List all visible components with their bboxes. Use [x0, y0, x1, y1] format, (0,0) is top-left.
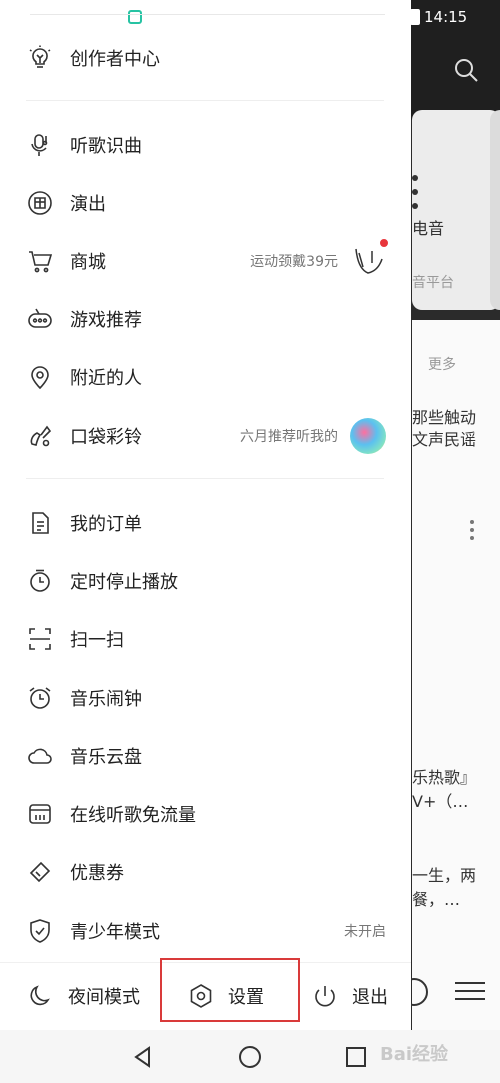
ticket-icon: [26, 189, 54, 217]
menu-item-youth-mode[interactable]: 青少年模式 未开启: [26, 909, 386, 953]
background-text: 一生，两: [412, 866, 477, 885]
settings-highlight-box: [160, 958, 300, 1022]
menu-item-mall[interactable]: 商城 运动颈戴39元: [26, 237, 390, 283]
menu-label: 音乐闹钟: [70, 689, 142, 710]
menu-item-shows[interactable]: 演出: [26, 181, 386, 225]
notification-badge: [378, 237, 390, 249]
background-text: 餐，…: [412, 890, 461, 909]
menu-label: 口袋彩铃: [70, 427, 142, 448]
menu-item-scan[interactable]: 扫一扫: [26, 617, 386, 661]
ringtone-promo-text: 六月推荐听我的: [240, 429, 338, 445]
background-text: 乐热歌』: [412, 768, 477, 787]
divider: [26, 478, 384, 479]
menu-item-sleep-timer[interactable]: 定时停止播放: [26, 559, 386, 603]
menu-label: 我的订单: [70, 514, 142, 535]
logout-button[interactable]: 退出: [312, 963, 388, 1029]
location-icon: [26, 363, 54, 391]
earphone-thumbnail: [350, 237, 390, 279]
mic-music-icon: [26, 131, 54, 159]
background-dots-icon: [412, 175, 418, 217]
menu-item-free-data[interactable]: 在线听歌免流量: [26, 792, 386, 836]
menu-label: 附近的人: [70, 368, 142, 389]
background-text: 那些触动: [412, 408, 477, 427]
menu-label: 定时停止播放: [70, 572, 178, 593]
menu-label: 扫一扫: [70, 630, 124, 651]
menu-item-nearby-people[interactable]: 附近的人: [26, 355, 386, 399]
sim-icon: [26, 800, 54, 828]
background-more-link: 更多: [428, 357, 456, 373]
coupon-icon: [26, 858, 54, 886]
menu-label: 优惠券: [70, 863, 124, 884]
side-drawer: 创作者中心 听歌识曲 演出 商城 运动颈戴39元 游戏推荐 附近的人 口袋彩铃 …: [0, 0, 411, 1030]
scan-icon: [26, 625, 54, 653]
more-dots-icon: [470, 520, 474, 544]
background-text: 音平台: [412, 275, 454, 291]
background-text: 文声民谣: [412, 430, 477, 449]
search-icon[interactable]: [452, 56, 480, 84]
menu-label: 在线听歌免流量: [70, 805, 196, 826]
logout-label: 退出: [352, 987, 388, 1008]
cart-icon: [26, 247, 54, 275]
mall-promo-text: 运动颈戴39元: [250, 254, 338, 270]
menu-item-music-cloud[interactable]: 音乐云盘: [26, 734, 386, 778]
background-card-2: [490, 110, 500, 310]
menu-label: 演出: [70, 194, 106, 215]
gamepad-icon: [26, 305, 54, 333]
cloud-icon: [26, 742, 54, 770]
menu-item-game-recommend[interactable]: 游戏推荐: [26, 297, 386, 341]
night-mode-label: 夜间模式: [68, 987, 140, 1008]
background-text: 电音: [412, 219, 445, 238]
timer-icon: [26, 567, 54, 595]
menu-item-coupons[interactable]: 优惠券: [26, 850, 386, 894]
shield-icon: [26, 917, 54, 945]
ringtone-thumbnail: [350, 418, 386, 454]
back-icon[interactable]: [128, 1042, 158, 1072]
menu-item-pocket-ringtone[interactable]: 口袋彩铃 六月推荐听我的: [26, 414, 386, 458]
divider: [30, 14, 385, 15]
order-icon: [26, 509, 54, 537]
playlist-icon: [455, 982, 485, 1006]
divider: [26, 100, 384, 101]
youth-mode-status: 未开启: [344, 924, 386, 940]
menu-label: 青少年模式: [70, 922, 160, 943]
menu-label: 创作者中心: [70, 49, 160, 70]
menu-extra: 运动颈戴39元: [250, 237, 390, 279]
night-mode-button[interactable]: 夜间模式: [28, 963, 140, 1029]
alarm-icon: [26, 684, 54, 712]
recent-apps-icon[interactable]: [341, 1042, 371, 1072]
mi-notification-icon: [128, 10, 142, 24]
background-text: V+（…: [412, 792, 469, 811]
menu-label: 音乐云盘: [70, 747, 142, 768]
ringtone-icon: [26, 422, 54, 450]
battery-icon: [410, 9, 420, 25]
menu-label: 游戏推荐: [70, 310, 142, 331]
menu-item-music-alarm[interactable]: 音乐闹钟: [26, 676, 386, 720]
power-icon: [315, 986, 335, 1007]
menu-label: 商城: [70, 252, 106, 273]
lightbulb-icon: [26, 44, 54, 72]
home-icon[interactable]: [235, 1042, 265, 1072]
menu-item-creator-center[interactable]: 创作者中心: [26, 36, 386, 80]
menu-extra: 六月推荐听我的: [240, 418, 386, 454]
moon-icon: [30, 985, 50, 1006]
status-time: 14:15: [424, 8, 468, 26]
menu-item-my-orders[interactable]: 我的订单: [26, 501, 386, 545]
menu-label: 听歌识曲: [70, 136, 142, 157]
watermark: Bai经验: [380, 1044, 449, 1065]
menu-item-music-recognition[interactable]: 听歌识曲: [26, 123, 386, 167]
status-bar: 14:15: [410, 6, 500, 28]
